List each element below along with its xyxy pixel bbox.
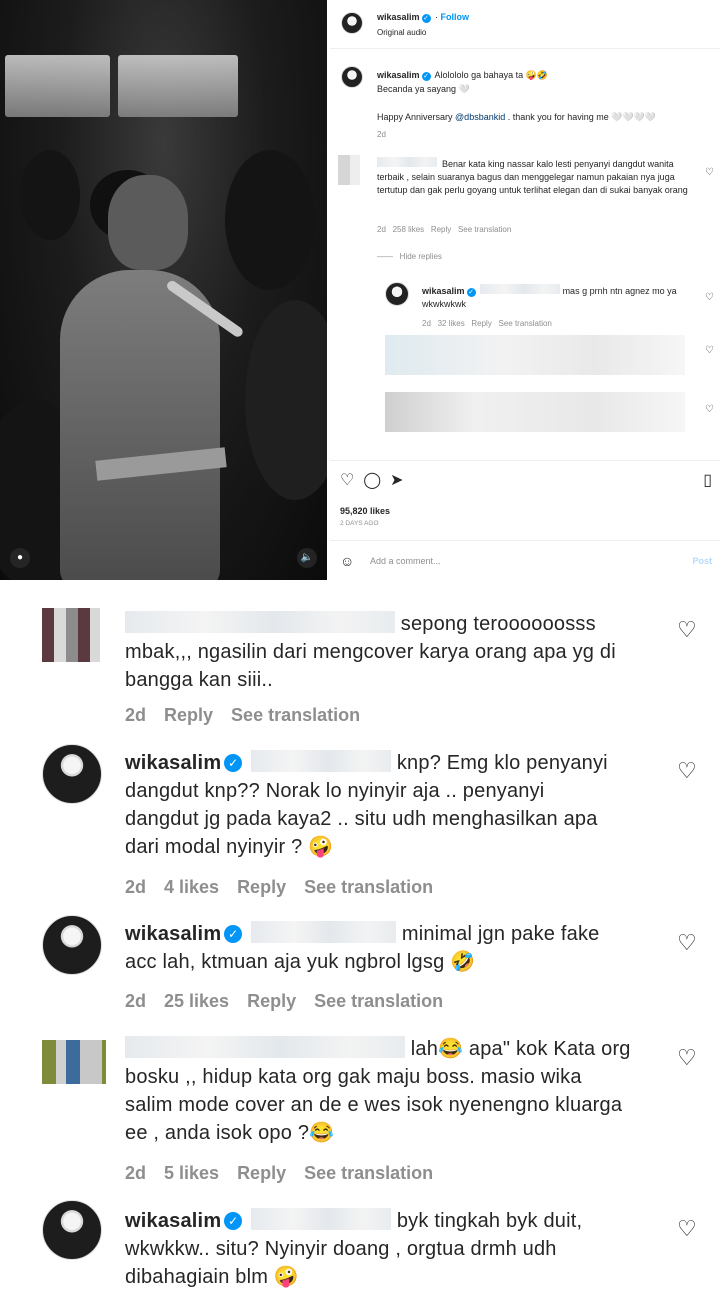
singer-head: [108, 175, 188, 270]
redacted-username: [377, 157, 437, 167]
username[interactable]: wikasalim: [377, 70, 420, 80]
comment-text: lah😂 apa" kok Kata org bosku ,, hidup ka…: [125, 1036, 631, 1144]
avatar[interactable]: [338, 155, 360, 185]
post-date: 2 DAYS AGO: [340, 520, 379, 527]
mention-link[interactable]: @dbsbankid: [455, 112, 505, 122]
comment-meta: 2d Reply See translation: [125, 705, 361, 725]
divider: [330, 460, 720, 461]
comment-meta: 2d 4 likes Reply See translation: [125, 877, 434, 897]
reply-button[interactable]: Reply: [237, 1163, 286, 1183]
heart-icon[interactable]: ♡: [677, 932, 699, 954]
stage-screen: [118, 55, 238, 117]
avatar[interactable]: [42, 1200, 102, 1260]
likes-count[interactable]: 25 likes: [164, 991, 229, 1011]
stage-screen: [5, 55, 110, 117]
likes-count[interactable]: 5 likes: [164, 1163, 219, 1183]
heart-icon[interactable]: ♡: [705, 292, 714, 303]
avatar[interactable]: [42, 744, 102, 804]
username[interactable]: wikasalim: [422, 286, 465, 296]
caption-text: . thank you for having me 🤍🤍🤍🤍: [505, 112, 657, 122]
comment-input[interactable]: Add a comment...: [370, 556, 441, 566]
see-translation-button[interactable]: See translation: [314, 991, 443, 1011]
comment-text: sepong teroooooosss mbak,,, ngasilin dar…: [125, 611, 616, 691]
avatar[interactable]: [341, 66, 363, 88]
verified-icon: ✓: [421, 72, 431, 81]
comment-meta: 2d 25 likes Reply See translation: [125, 991, 444, 1011]
caption: wikasalim ✓ Alolololo ga bahaya ta 🤪🤣 Bec…: [377, 68, 697, 124]
likes-count[interactable]: 95,820 likes: [340, 506, 390, 516]
action-bar: ♡ ◯ ➤: [340, 470, 403, 490]
heart-icon[interactable]: ♡: [677, 1047, 699, 1069]
crowd-silhouette: [20, 150, 80, 240]
divider: [330, 48, 720, 49]
reply-meta: 2d 32 likes Reply See translation: [422, 319, 552, 328]
comment-meta: 2d 258 likes Reply See translation: [377, 225, 512, 234]
caption-text: Happy Anniversary: [377, 112, 456, 122]
reply-button[interactable]: Reply: [164, 705, 213, 725]
comment: Benar kata king nassar kalo lesti penyan…: [377, 157, 697, 197]
heart-icon[interactable]: ♡: [677, 1218, 699, 1240]
audio-label[interactable]: Original audio: [377, 28, 426, 37]
redacted-mention: [251, 750, 392, 772]
post-photo[interactable]: ● 🔈: [0, 0, 327, 580]
username[interactable]: wikasalim: [125, 923, 221, 945]
post-header: wikasalim ✓ · Follow: [377, 12, 470, 23]
singer: [60, 270, 220, 580]
post-screenshot: ● 🔈 wikasalim ✓ · Follow Original audio w…: [0, 0, 720, 580]
comment-text: wikasalim ✓ minimal jgn pake fake acc lah…: [125, 921, 600, 973]
post-button[interactable]: Post: [692, 556, 712, 566]
follow-button[interactable]: Follow: [441, 12, 470, 22]
heart-icon[interactable]: ♡: [705, 404, 714, 415]
comment-text: wikasalim ✓ knp? Emg klo penyanyi dangdut…: [125, 750, 608, 858]
username[interactable]: wikasalim: [125, 752, 221, 774]
redacted-mention: [480, 284, 561, 294]
avatar[interactable]: [42, 608, 100, 662]
caption-time: 2d: [377, 130, 386, 139]
crowd-silhouette: [225, 150, 315, 290]
comment-meta: 2d 5 likes Reply See translation: [125, 1163, 434, 1183]
redacted-comment: [385, 392, 685, 432]
verified-icon: ✓: [224, 1212, 243, 1230]
username[interactable]: wikasalim: [125, 1210, 221, 1232]
caption-text: Becanda ya sayang 🤍: [377, 84, 470, 94]
share-icon[interactable]: ➤: [390, 472, 403, 489]
avatar[interactable]: [42, 915, 102, 975]
avatar[interactable]: [42, 1040, 106, 1084]
username[interactable]: wikasalim: [377, 12, 420, 22]
post-panel: wikasalim ✓ · Follow Original audio wikas…: [330, 0, 720, 580]
verified-icon: ✓: [421, 14, 431, 23]
heart-icon[interactable]: ♡: [705, 345, 714, 356]
caption-text: Alolololo ga bahaya ta 🤪🤣: [434, 70, 549, 80]
see-translation-button[interactable]: See translation: [304, 1163, 433, 1183]
emoji-icon[interactable]: ☺: [340, 553, 354, 569]
heart-icon[interactable]: ♡: [705, 167, 714, 178]
redacted-mention: [251, 921, 397, 943]
redacted-username: [125, 611, 395, 633]
reply-button[interactable]: Reply: [247, 991, 296, 1011]
comment-icon[interactable]: ◯: [363, 472, 381, 489]
see-translation-button[interactable]: See translation: [304, 877, 433, 897]
crowd-silhouette: [245, 300, 327, 500]
heart-icon[interactable]: ♡: [340, 472, 354, 489]
verified-icon: ✓: [466, 288, 476, 297]
reply: wikasalim ✓ mas g prnh ntn agnez mo ya wk…: [422, 284, 692, 311]
reply-button[interactable]: Reply: [237, 877, 286, 897]
hide-replies[interactable]: —— Hide replies: [377, 252, 442, 261]
heart-icon[interactable]: ♡: [677, 619, 699, 641]
divider: [330, 540, 720, 541]
bookmark-icon[interactable]: ▯: [703, 470, 712, 490]
redacted-mention: [251, 1208, 392, 1230]
heart-icon[interactable]: ♡: [677, 760, 699, 782]
mute-icon[interactable]: 🔈: [297, 548, 317, 568]
verified-icon: ✓: [224, 754, 243, 772]
verified-icon: ✓: [224, 925, 243, 943]
redacted-comment: [385, 335, 685, 375]
likes-count[interactable]: 4 likes: [164, 877, 219, 897]
tagged-user-icon[interactable]: ●: [10, 548, 30, 568]
comment-text: wikasalim ✓ byk tingkah byk duit, wkwkkw.…: [125, 1208, 583, 1288]
avatar[interactable]: [341, 12, 363, 34]
see-translation-button[interactable]: See translation: [231, 705, 360, 725]
avatar[interactable]: [385, 282, 409, 306]
redacted-username: [125, 1036, 405, 1058]
